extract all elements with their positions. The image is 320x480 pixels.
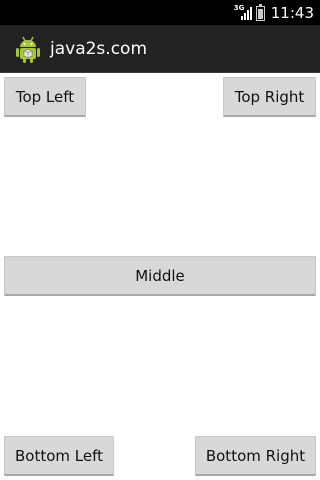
- app-title: java2s.com: [50, 38, 148, 59]
- content-area: Top Left Top Right Middle Bottom Left Bo…: [0, 73, 320, 480]
- android-launcher-icon[interactable]: [14, 34, 42, 64]
- action-bar: java2s.com: [0, 25, 320, 73]
- status-bar: 3G 11:43: [0, 0, 320, 25]
- signal-bars: [240, 6, 252, 20]
- bottom-left-button[interactable]: Bottom Left: [4, 436, 114, 476]
- middle-button[interactable]: Middle: [4, 256, 316, 296]
- top-right-button[interactable]: Top Right: [223, 77, 316, 117]
- bottom-right-button[interactable]: Bottom Right: [195, 436, 316, 476]
- top-left-button[interactable]: Top Left: [4, 77, 86, 117]
- battery-icon: [255, 3, 265, 21]
- battery-fill: [257, 9, 263, 19]
- status-clock: 11:43: [270, 3, 314, 22]
- signal-icon: 3G: [234, 4, 252, 22]
- status-icons: 3G 11:43: [234, 0, 320, 25]
